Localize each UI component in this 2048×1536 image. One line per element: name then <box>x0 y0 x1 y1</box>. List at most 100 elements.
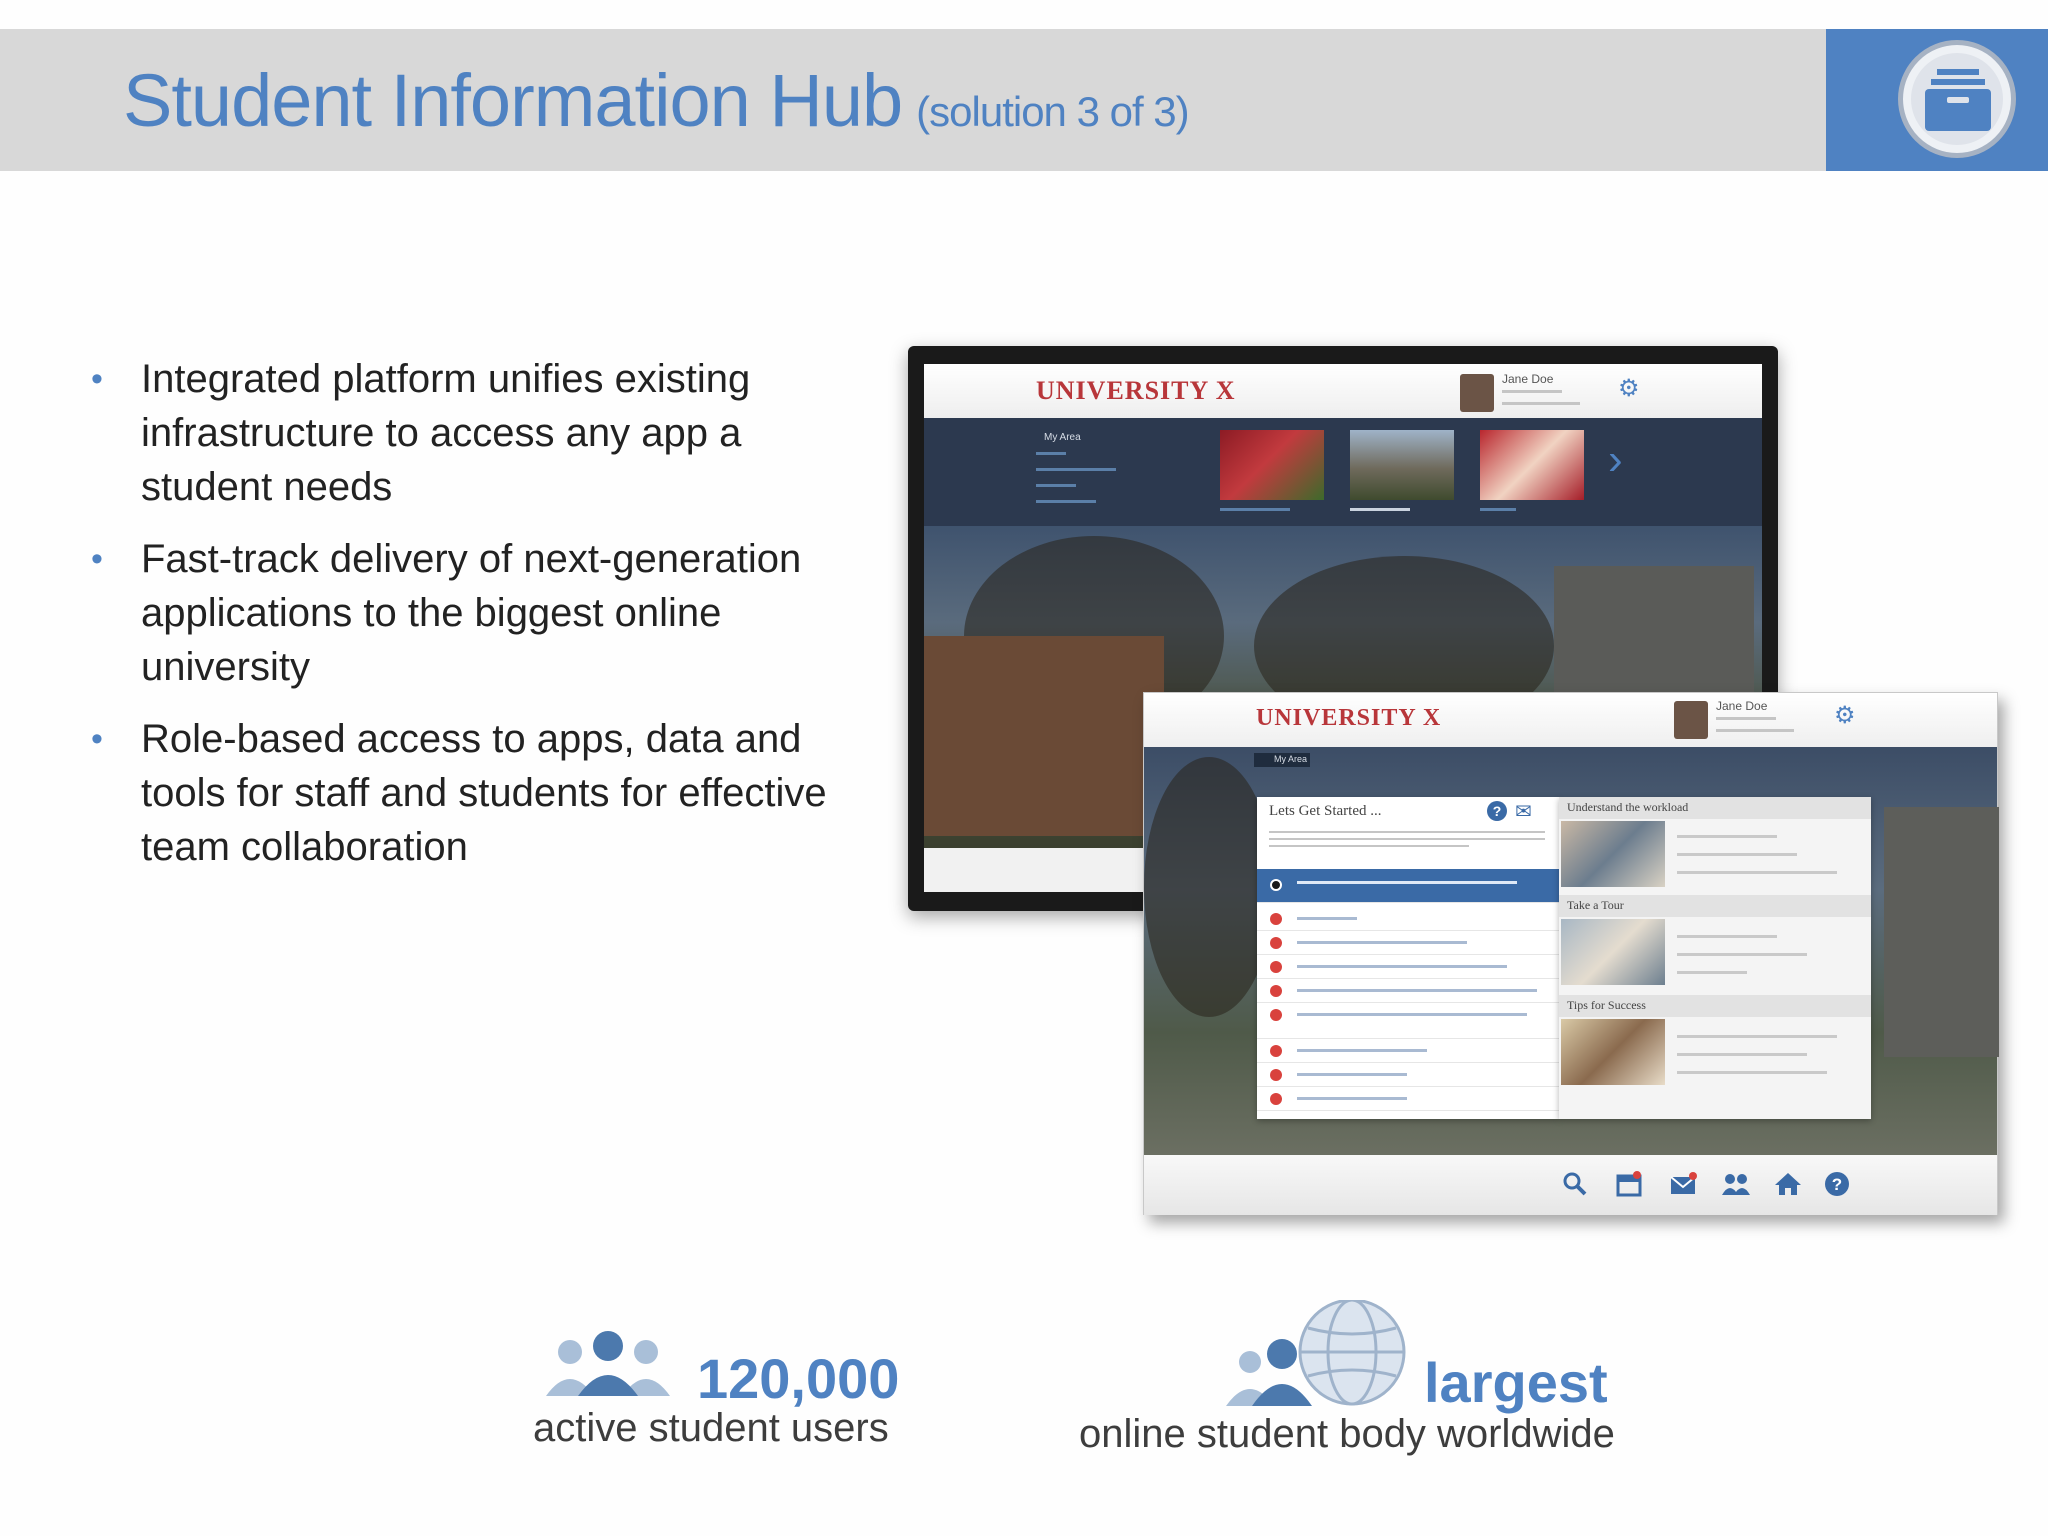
user-role-line <box>1502 390 1562 393</box>
list-item[interactable] <box>1257 1039 1559 1063</box>
section-header: Tips for Success <box>1559 995 1871 1017</box>
svg-text:?: ? <box>1832 1175 1842 1194</box>
link-line[interactable] <box>1677 953 1807 956</box>
step-text-line <box>1297 1073 1407 1076</box>
globe-people-icon <box>1220 1298 1410 1413</box>
bullet-list: • Integrated platform unifies existing in… <box>85 352 875 892</box>
step-status-icon <box>1270 985 1282 997</box>
step-text-line <box>1297 1049 1427 1052</box>
photo-caption-line <box>1220 508 1290 511</box>
breadcrumb[interactable]: My Area <box>1254 753 1310 767</box>
students-photo <box>1480 430 1584 500</box>
nav-line <box>1036 468 1116 471</box>
title-subtitle: (solution 3 of 3) <box>916 88 1189 135</box>
section-title: Understand the workload <box>1567 800 1689 814</box>
stat-reach-value: largest <box>1424 1351 1608 1414</box>
intro-text-line <box>1269 831 1545 833</box>
chat-icon[interactable]: ✉ <box>1515 799 1532 824</box>
classroom-photo <box>1561 821 1665 887</box>
search-icon[interactable] <box>1562 1171 1588 1204</box>
section-header: Take a Tour <box>1559 895 1871 917</box>
link-line[interactable] <box>1677 1071 1827 1074</box>
success-photo <box>1561 1019 1665 1085</box>
link-line[interactable] <box>1677 835 1777 838</box>
user-role-line <box>1716 717 1776 720</box>
gear-icon: ⚙ <box>1618 375 1640 402</box>
home-icon[interactable] <box>1774 1171 1802 1204</box>
avatar <box>1674 701 1708 739</box>
list-item[interactable] <box>1257 907 1559 931</box>
resources-panel: Understand the workload Take a Tour Tips… <box>1559 797 1871 1119</box>
portal-nav-band: My Area › <box>924 418 1762 526</box>
stat-reach-label: online student body worldwide <box>1079 1412 1615 1456</box>
bullet-dot-icon: • <box>91 720 103 758</box>
user-name: Jane Doe <box>1502 372 1554 386</box>
building-shape <box>924 636 1164 836</box>
calendar-icon[interactable] <box>1616 1171 1642 1204</box>
intro-text-line <box>1269 838 1545 840</box>
campus-tower-photo <box>1350 430 1454 500</box>
page-title: Student Information Hub (solution 3 of 3) <box>123 58 1190 143</box>
title-text: Student Information Hub <box>123 59 903 142</box>
breadcrumb-label: My Area <box>1274 754 1308 764</box>
help-icon[interactable]: ? <box>1487 801 1507 821</box>
bullet-text: Integrated platform unifies existing inf… <box>141 357 751 509</box>
step-text-line <box>1297 1013 1527 1016</box>
step-status-icon <box>1270 1069 1282 1081</box>
nav-line <box>1036 452 1066 455</box>
help-icon[interactable]: ? <box>1824 1171 1850 1204</box>
bullet-dot-icon: • <box>91 360 103 398</box>
tablet-screenshot: UNIVERSITY X Jane Doe ⚙ My Area Lets Get… <box>1143 692 1999 1215</box>
nav-line <box>1036 500 1096 503</box>
portal-header: UNIVERSITY X Jane Doe ⚙ <box>1144 693 1997 747</box>
step-text-line <box>1297 1097 1407 1100</box>
chevron-right-icon[interactable]: › <box>1608 438 1623 482</box>
list-item[interactable] <box>1257 979 1559 1003</box>
step-status-icon <box>1270 1009 1282 1021</box>
link-line[interactable] <box>1677 935 1777 938</box>
step-text-line <box>1297 989 1537 992</box>
archive-box-icon <box>1898 40 2016 158</box>
link-line[interactable] <box>1677 1035 1837 1038</box>
list-item[interactable] <box>1257 955 1559 979</box>
graduates-photo <box>1220 430 1324 500</box>
nav-line <box>1036 484 1076 487</box>
step-status-icon <box>1270 913 1282 925</box>
section-title: Take a Tour <box>1567 898 1624 912</box>
user-links-line <box>1502 402 1580 405</box>
list-item[interactable] <box>1257 1063 1559 1087</box>
tour-photo <box>1561 919 1665 985</box>
university-logo: UNIVERSITY X <box>1256 705 1442 731</box>
getting-started-panel: Lets Get Started ... ? ✉ <box>1257 797 1559 1119</box>
step-text-line <box>1297 941 1467 944</box>
link-line[interactable] <box>1677 853 1797 856</box>
link-line[interactable] <box>1677 871 1837 874</box>
user-name: Jane Doe <box>1716 699 1768 713</box>
list-item[interactable] <box>1257 1003 1559 1039</box>
bullet-text: Role-based access to apps, data and tool… <box>141 717 827 869</box>
section-title: Tips for Success <box>1567 998 1646 1012</box>
list-item[interactable] <box>1257 931 1559 955</box>
list-item[interactable] <box>1257 1087 1559 1111</box>
users-icon[interactable] <box>1722 1171 1750 1204</box>
university-logo: UNIVERSITY X <box>1036 376 1236 405</box>
step-text-line <box>1297 881 1517 884</box>
bottom-toolbar: ? <box>1144 1155 1997 1215</box>
tree-shape <box>1144 757 1274 1017</box>
link-line[interactable] <box>1677 1053 1807 1056</box>
step-status-icon <box>1270 937 1282 949</box>
portal-header: UNIVERSITY X Jane Doe ⚙ <box>924 364 1762 418</box>
gear-icon[interactable]: ⚙ <box>1834 701 1856 730</box>
mail-icon[interactable] <box>1670 1171 1698 1204</box>
building-shape <box>1884 807 1999 1057</box>
link-line[interactable] <box>1677 971 1747 974</box>
step-status-icon <box>1270 1045 1282 1057</box>
nav-my-area: My Area <box>1044 432 1081 443</box>
section-header: Understand the workload <box>1559 797 1871 819</box>
bullet-dot-icon: • <box>91 540 103 578</box>
user-links-line <box>1716 729 1794 732</box>
people-icon <box>542 1330 674 1403</box>
intro-text-line <box>1269 845 1469 847</box>
step-status-icon <box>1270 961 1282 973</box>
list-item[interactable] <box>1257 869 1559 903</box>
